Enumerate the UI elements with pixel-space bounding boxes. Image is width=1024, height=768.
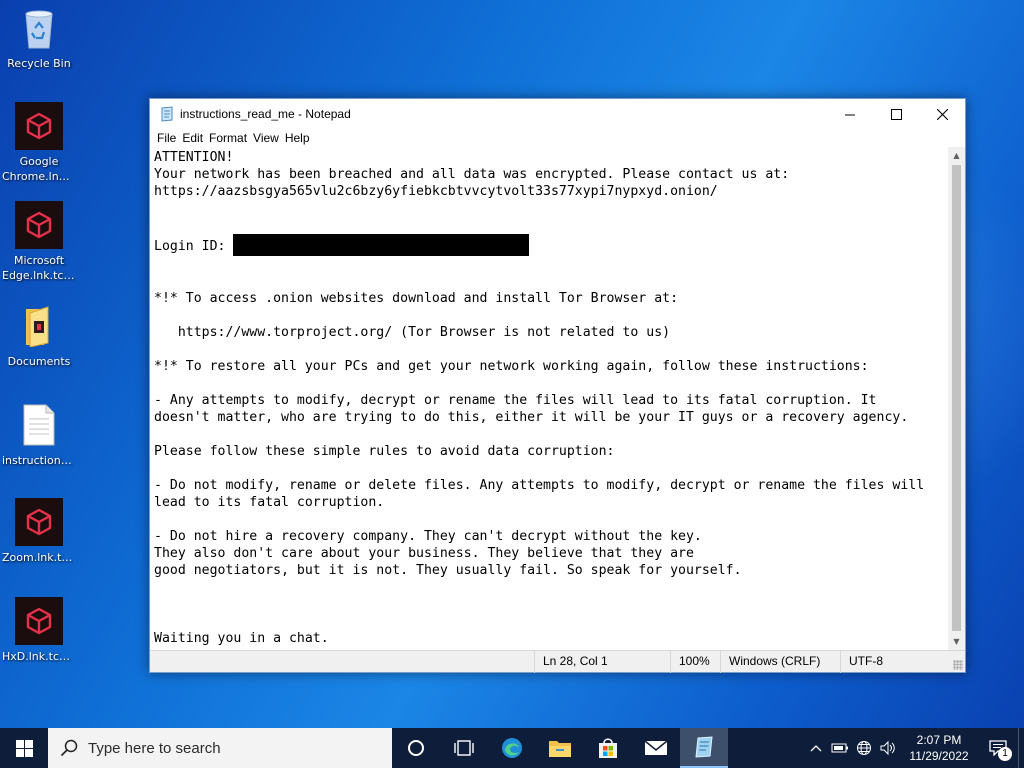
text-line: Waiting you in a chat. xyxy=(154,631,329,646)
recycle-bin-icon xyxy=(15,4,63,52)
text-line: They also don't care about your business… xyxy=(154,546,694,561)
volume-icon[interactable] xyxy=(876,728,900,768)
text-line: *!* To access .onion websites download a… xyxy=(154,291,679,306)
status-spacer xyxy=(150,651,534,672)
vertical-scrollbar[interactable]: ▲ ▼ xyxy=(948,147,965,650)
mail-icon xyxy=(644,740,668,755)
text-line: - Any attempts to modify, decrypt or ren… xyxy=(154,393,877,408)
status-encoding: UTF-8 xyxy=(840,651,965,673)
taskbar-clock[interactable]: 2:07 PM 11/29/2022 xyxy=(900,732,978,764)
encrypted-file-icon xyxy=(15,102,63,150)
encrypted-file-icon xyxy=(15,498,63,546)
clock-time: 2:07 PM xyxy=(916,733,962,747)
menu-view[interactable]: View xyxy=(250,131,282,145)
clock-date: 11/29/2022 xyxy=(909,749,969,763)
notepad-window[interactable]: instructions_read_me - Notepad File Edit… xyxy=(149,98,966,673)
desktop-icon-edge-shortcut[interactable]: Microsoft Edge.lnk.tcw... xyxy=(2,201,76,283)
text-line: ATTENTION! xyxy=(154,150,234,165)
text-line: https://www.torproject.org/ (Tor Browser… xyxy=(154,325,671,340)
scroll-down-arrow-icon[interactable]: ▼ xyxy=(948,633,965,650)
start-button[interactable] xyxy=(0,728,48,768)
minimize-button[interactable] xyxy=(827,99,873,129)
desktop-icon-label: Microsoft xyxy=(13,254,65,267)
text-line: - Do not modify, rename or delete files.… xyxy=(154,478,925,493)
text-line: *!* To restore all your PCs and get your… xyxy=(154,359,869,374)
redacted-login-id xyxy=(233,234,530,256)
maximize-icon xyxy=(890,108,902,120)
taskbar-edge[interactable] xyxy=(488,728,536,768)
scroll-thumb[interactable] xyxy=(952,165,961,631)
cortana-button[interactable] xyxy=(392,728,440,768)
battery-icon[interactable] xyxy=(828,728,852,768)
menu-file[interactable]: File xyxy=(154,131,179,145)
close-button[interactable] xyxy=(919,99,965,129)
task-view-button[interactable] xyxy=(440,728,488,768)
desktop-icon-label-line2: Edge.lnk.tcw... xyxy=(2,269,76,282)
menu-help[interactable]: Help xyxy=(282,131,313,145)
desktop-icon-label: Recycle Bin xyxy=(7,57,71,70)
desktop-icon-hxd-shortcut[interactable]: HxD.lnk.tcw... xyxy=(2,597,76,664)
desktop-icon-documents[interactable]: Documents xyxy=(2,302,76,369)
notification-badge: 1 xyxy=(998,747,1012,761)
text-line: doesn't matter, who are trying to do thi… xyxy=(154,410,909,425)
notepad-icon xyxy=(161,106,173,122)
taskbar: Type here to search 2:07 PM 11/29/2022 1 xyxy=(0,728,1024,768)
desktop-icon-label: instructions... xyxy=(2,454,76,467)
notepad-icon xyxy=(695,736,713,758)
edge-icon xyxy=(502,738,522,758)
taskbar-search-box[interactable]: Type here to search xyxy=(48,728,392,768)
desktop-icon-recycle-bin[interactable]: Recycle Bin xyxy=(2,4,76,71)
system-tray: 2:07 PM 11/29/2022 1 xyxy=(804,728,1024,768)
encrypted-file-icon xyxy=(15,597,63,645)
login-id-label: Login ID: xyxy=(154,239,234,254)
folder-icon xyxy=(15,302,63,350)
desktop-icon-label-line2: Chrome.lnk.... xyxy=(2,170,76,183)
taskbar-store[interactable] xyxy=(584,728,632,768)
desktop-icon-label: Zoom.lnk.tc... xyxy=(2,551,76,564)
taskbar-notepad[interactable] xyxy=(680,728,728,768)
desktop-icon-label: Documents xyxy=(7,355,71,368)
desktop-icon-label: Google xyxy=(19,155,59,168)
text-line: good negotiators, but it is not. They us… xyxy=(154,563,742,578)
desktop-icon-instructions[interactable]: instructions... xyxy=(2,401,76,468)
text-line: lead to its fatal corruption. xyxy=(154,495,385,510)
search-icon xyxy=(60,739,78,757)
desktop-icon-chrome-shortcut[interactable]: Google Chrome.lnk.... xyxy=(2,102,76,184)
scroll-up-arrow-icon[interactable]: ▲ xyxy=(948,147,965,164)
status-zoom: 100% xyxy=(670,651,720,673)
encrypted-file-icon xyxy=(15,201,63,249)
cortana-icon xyxy=(408,740,424,756)
menu-format[interactable]: Format xyxy=(206,131,250,145)
desktop-icon-zoom-shortcut[interactable]: Zoom.lnk.tc... xyxy=(2,498,76,565)
maximize-button[interactable] xyxy=(873,99,919,129)
text-editor[interactable]: ATTENTION! Your network has been breache… xyxy=(150,147,949,650)
action-center-button[interactable]: 1 xyxy=(978,728,1018,768)
status-line-endings: Windows (CRLF) xyxy=(720,651,840,673)
menu-bar: File Edit Format View Help xyxy=(150,129,965,147)
store-icon xyxy=(599,738,617,758)
desktop-icon-label: HxD.lnk.tcw... xyxy=(2,650,76,663)
window-title: instructions_read_me - Notepad xyxy=(180,107,351,121)
task-view-icon xyxy=(454,740,474,756)
title-bar[interactable]: instructions_read_me - Notepad xyxy=(150,99,965,129)
file-explorer-icon xyxy=(549,741,571,757)
show-desktop-button[interactable] xyxy=(1018,728,1024,768)
text-line: Please follow these simple rules to avoi… xyxy=(154,444,615,459)
taskbar-mail[interactable] xyxy=(632,728,680,768)
close-icon xyxy=(936,108,948,120)
text-line: https://aazsbsgya565vlu2c6bzy6yfiebkcbtv… xyxy=(154,184,718,199)
network-globe-icon[interactable] xyxy=(852,728,876,768)
status-bar: Ln 28, Col 1 100% Windows (CRLF) UTF-8 xyxy=(150,650,965,673)
menu-edit[interactable]: Edit xyxy=(179,131,206,145)
windows-logo-icon xyxy=(15,739,33,757)
taskbar-file-explorer[interactable] xyxy=(536,728,584,768)
text-file-icon xyxy=(15,401,63,449)
text-line: Your network has been breached and all d… xyxy=(154,167,790,182)
text-line: - Do not hire a recovery company. They c… xyxy=(154,529,702,544)
status-position: Ln 28, Col 1 xyxy=(534,651,670,673)
resize-grip-icon[interactable] xyxy=(953,660,963,670)
minimize-icon xyxy=(844,114,855,115)
search-placeholder: Type here to search xyxy=(88,739,221,757)
show-hidden-icons-chevron-icon[interactable] xyxy=(804,728,828,768)
